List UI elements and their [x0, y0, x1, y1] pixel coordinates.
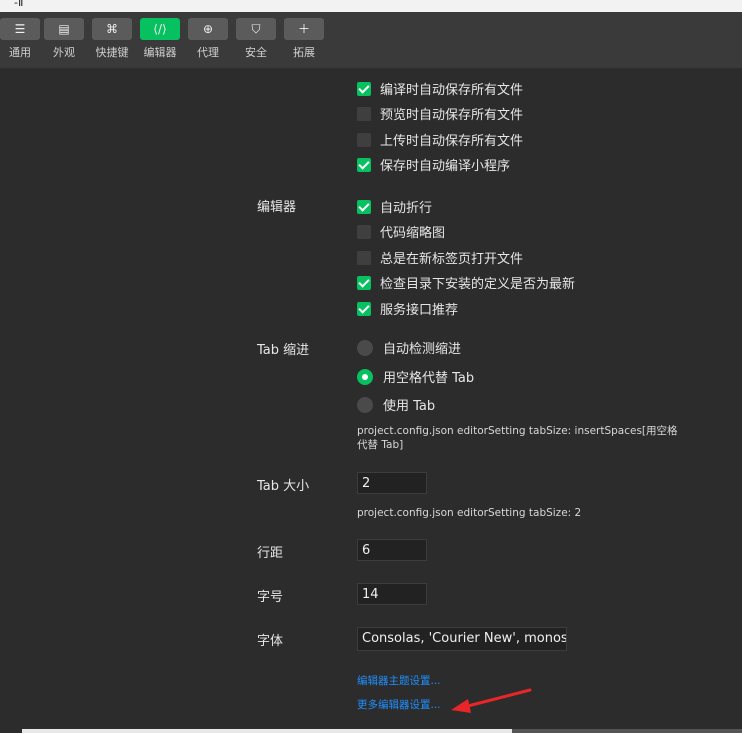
tab-extensions[interactable]: ＋ 拓展 [284, 18, 324, 60]
checkbox-unchecked[interactable] [357, 250, 371, 265]
globe-icon: ⊕ [188, 18, 228, 40]
minimap-option[interactable]: 代码缩略图 [357, 222, 445, 241]
line-height-input[interactable]: 6 [357, 539, 427, 561]
tab-general-label: 通用 [9, 46, 31, 59]
tab-general[interactable]: ☰ 通用 [0, 18, 40, 60]
tab-security-label: 安全 [245, 46, 267, 59]
checkbox-checked[interactable] [357, 81, 371, 96]
option-label: 代码缩略图 [380, 226, 446, 241]
option-label: 预览时自动保存所有文件 [380, 108, 524, 123]
service-suggest-option[interactable]: 服务接口推荐 [357, 299, 458, 318]
plus-icon: ＋ [284, 18, 324, 40]
font-family-input[interactable]: Consolas, 'Courier New', monos [357, 627, 567, 651]
open-new-tab-option[interactable]: 总是在新标签页打开文件 [357, 248, 523, 267]
option-label: 检查目录下安装的定义是否为最新 [380, 277, 576, 292]
checkbox-unchecked[interactable] [357, 224, 371, 239]
list-icon: ☰ [0, 18, 40, 40]
autosave-compile-option[interactable]: 编译时自动保存所有文件 [357, 79, 523, 98]
indent-auto-radio[interactable]: 自动检测缩进 [357, 338, 461, 357]
code-icon: ⟨/⟩ [140, 18, 180, 40]
option-label: 使用 Tab [383, 399, 436, 414]
save-compile-option[interactable]: 保存时自动编译小程序 [357, 155, 510, 174]
tab-indent-hint: project.config.json editorSetting tabSiz… [357, 425, 678, 451]
window-icon: ▤ [44, 18, 84, 40]
word-wrap-option[interactable]: 自动折行 [357, 197, 432, 216]
option-label: 服务接口推荐 [380, 303, 459, 318]
autosave-upload-option[interactable]: 上传时自动保存所有文件 [357, 130, 523, 149]
tab-appearance[interactable]: ▤ 外观 [44, 18, 84, 60]
line-height-label: 行距 [257, 546, 284, 561]
option-label: 上传时自动保存所有文件 [380, 134, 524, 149]
option-label: 自动折行 [380, 201, 433, 216]
radio-unselected[interactable] [357, 396, 373, 413]
indent-spaces-radio[interactable]: 用空格代替 Tab [357, 367, 474, 386]
check-definitions-option[interactable]: 检查目录下安装的定义是否为最新 [357, 273, 575, 292]
editor-theme-link[interactable]: 编辑器主题设置... [357, 673, 441, 688]
tab-shortcuts[interactable]: ⌘ 快捷键 [92, 18, 132, 60]
tab-security[interactable]: ⛉ 安全 [236, 18, 276, 60]
shield-icon: ⛉ [236, 18, 276, 40]
window-title-strip: -Ⅱ [0, 0, 742, 12]
option-label: 总是在新标签页打开文件 [380, 252, 524, 267]
font-family-label: 字体 [257, 634, 284, 649]
radio-selected[interactable] [357, 368, 373, 385]
editor-section-label: 编辑器 [257, 200, 297, 215]
tab-editor-label: 编辑器 [143, 46, 177, 59]
font-size-input[interactable]: 14 [357, 583, 427, 605]
tab-size-label: Tab 大小 [257, 479, 310, 494]
tab-shortcuts-label: 快捷键 [95, 46, 129, 59]
font-size-label: 字号 [257, 590, 284, 605]
checkbox-checked[interactable] [357, 199, 371, 214]
radio-unselected[interactable] [357, 339, 373, 356]
checkbox-unchecked[interactable] [357, 106, 371, 121]
checkbox-checked[interactable] [357, 301, 371, 316]
tab-proxy-label: 代理 [197, 46, 219, 59]
window-title-fragment: -Ⅱ [14, 0, 24, 9]
tab-extensions-label: 拓展 [293, 46, 315, 59]
tab-editor[interactable]: ⟨/⟩ 编辑器 [140, 18, 180, 60]
option-label: 用空格代替 Tab [383, 371, 475, 386]
option-label: 保存时自动编译小程序 [380, 159, 511, 174]
option-label: 编译时自动保存所有文件 [380, 83, 524, 98]
command-icon: ⌘ [92, 18, 132, 40]
checkbox-checked[interactable] [357, 275, 371, 290]
indent-tab-radio[interactable]: 使用 Tab [357, 395, 435, 414]
scrollbar-track-end [512, 729, 742, 733]
tab-indent-label: Tab 缩进 [257, 343, 310, 358]
autosave-preview-option[interactable]: 预览时自动保存所有文件 [357, 104, 523, 123]
settings-toolbar: ☰ 通用 ▤ 外观 ⌘ 快捷键 ⟨/⟩ 编辑器 ⊕ 代理 ⛉ 安全 ＋ 拓展 [0, 12, 742, 68]
option-label: 自动检测缩进 [383, 342, 462, 357]
tab-proxy[interactable]: ⊕ 代理 [188, 18, 228, 60]
checkbox-unchecked[interactable] [357, 132, 371, 147]
horizontal-scrollbar[interactable] [22, 729, 742, 733]
tab-appearance-label: 外观 [53, 46, 75, 59]
checkbox-checked[interactable] [357, 157, 371, 172]
tab-size-input[interactable]: 2 [357, 472, 427, 494]
more-editor-settings-link[interactable]: 更多编辑器设置... [357, 697, 441, 712]
tab-size-hint: project.config.json editorSetting tabSiz… [357, 507, 582, 519]
